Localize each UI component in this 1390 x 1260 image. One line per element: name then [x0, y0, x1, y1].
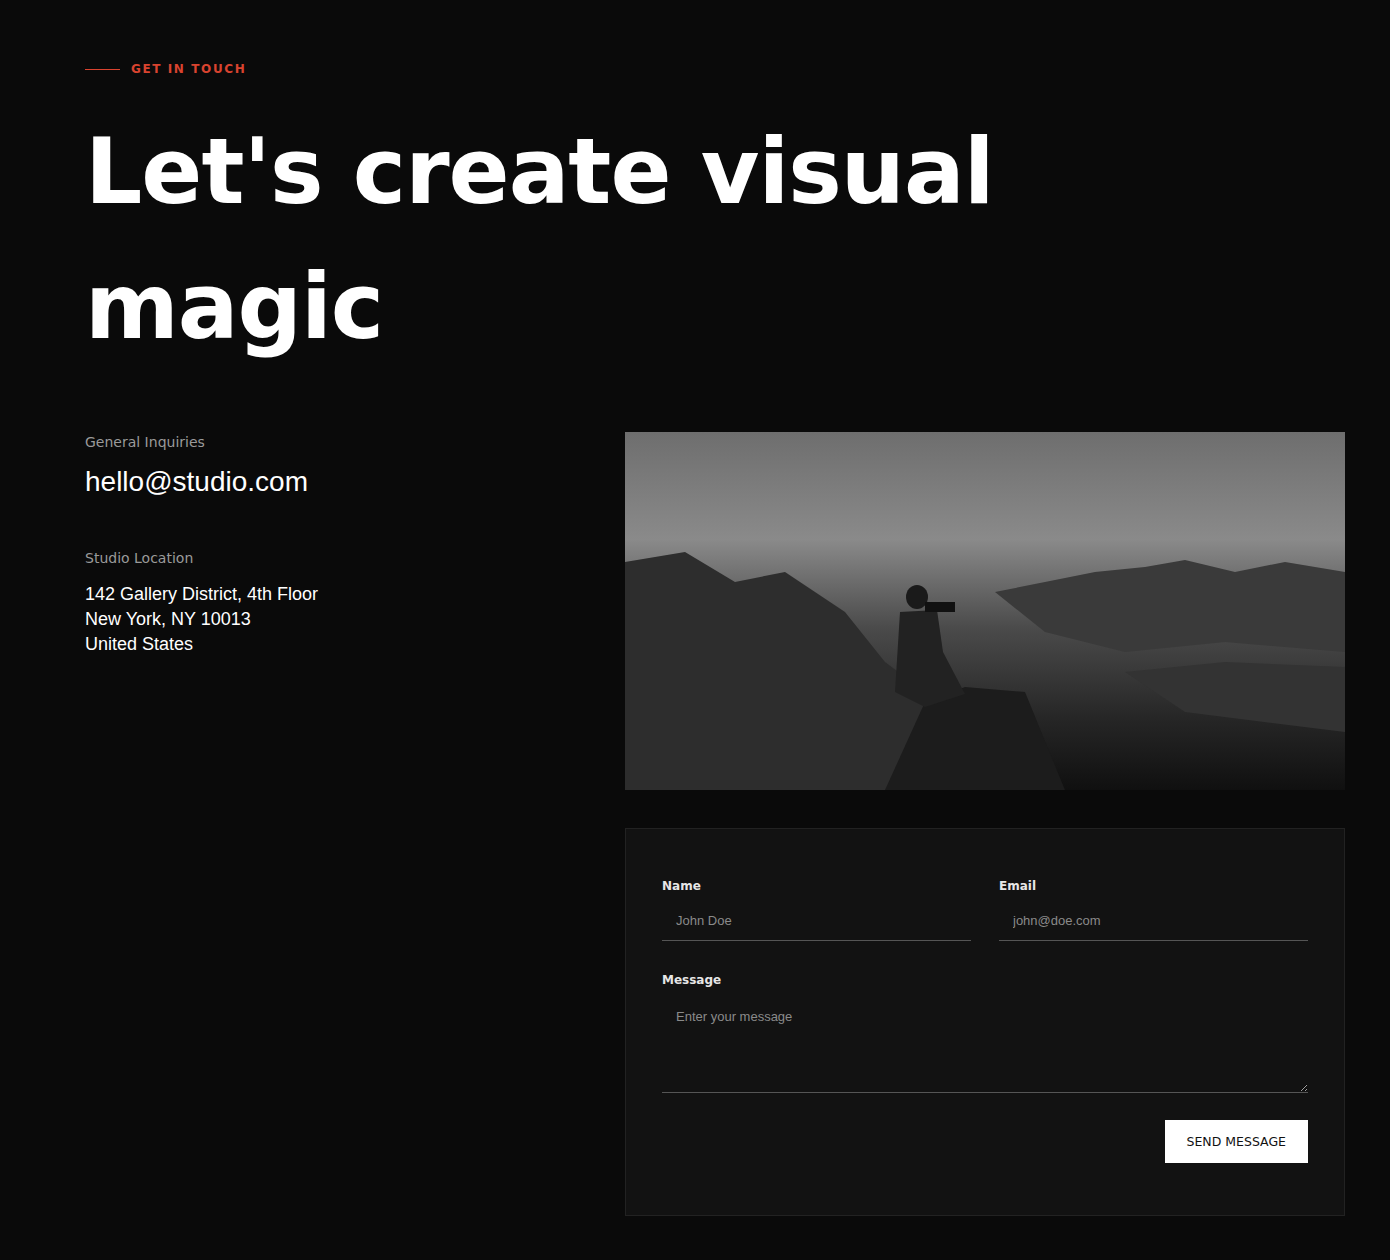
contact-info: General Inquiries hello@studio.com Studio …: [85, 432, 625, 1216]
eyebrow-line: [85, 69, 120, 70]
contact-value[interactable]: hello@studio.com: [85, 466, 625, 498]
contact-line: hello@studio.com: [85, 466, 625, 498]
contact-section: General Inquiries hello@studio.com Studio …: [85, 432, 1345, 1216]
headline: Let's create visual magic: [85, 104, 1235, 374]
message-wrap: Message: [662, 973, 1308, 1093]
contact-label: Studio Location: [85, 550, 625, 566]
field-label: Name: [662, 879, 971, 893]
eyebrow-text: GET IN TOUCH: [131, 62, 246, 76]
text-input[interactable]: [999, 907, 1308, 941]
contact-line: New York, NY 10013: [85, 607, 625, 632]
contact-form: Name Email Message SEND MESSAGE: [625, 828, 1345, 1216]
contact-line: United States: [85, 632, 625, 657]
form-field: Email: [999, 879, 1308, 941]
contact-block: General Inquiries hello@studio.com: [85, 434, 625, 498]
form-field: Name: [662, 879, 971, 941]
button-row: SEND MESSAGE: [662, 1120, 1308, 1163]
message-input[interactable]: [662, 1001, 1308, 1093]
text-input[interactable]: [662, 907, 971, 941]
contact-label: General Inquiries: [85, 434, 625, 450]
contact-value: 142 Gallery District, 4th FloorNew York,…: [85, 582, 625, 657]
right-column: Name Email Message SEND MESSAGE: [625, 432, 1345, 1216]
photo: [625, 432, 1345, 790]
contact-block: Studio Location 142 Gallery District, 4th…: [85, 550, 625, 657]
contact-line: 142 Gallery District, 4th Floor: [85, 582, 625, 607]
form-row: Name Email: [662, 879, 1308, 941]
field-label: Email: [999, 879, 1308, 893]
eyebrow: GET IN TOUCH: [85, 62, 1345, 76]
field-label: Message: [662, 973, 1308, 987]
form-field: Message: [662, 973, 1308, 1093]
send-button[interactable]: SEND MESSAGE: [1165, 1120, 1308, 1163]
landscape-photo-icon: [625, 432, 1345, 790]
